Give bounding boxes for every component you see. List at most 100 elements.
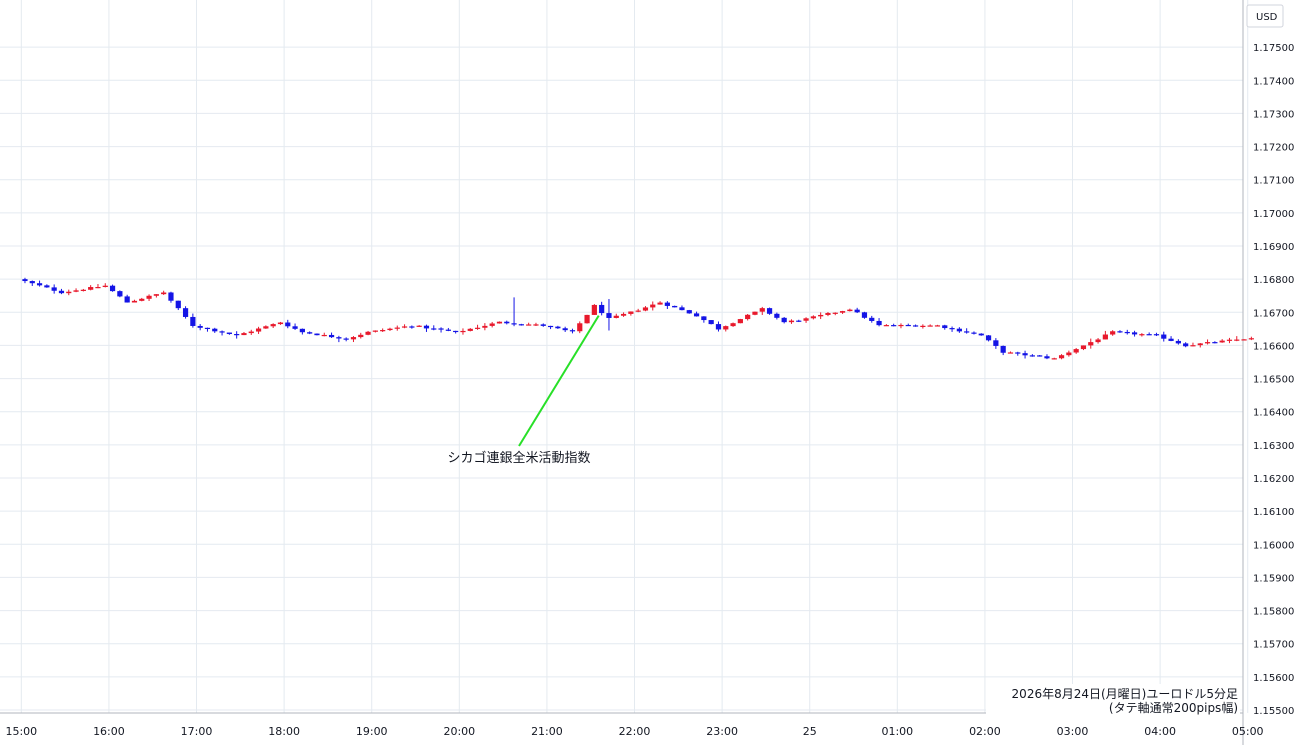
candle [1117,330,1123,333]
candle [526,322,532,326]
candle-body [95,287,101,289]
candle-body [307,332,313,334]
caption-line-1: 2026年8月24日(月曜日)ユーロドル5分足 [1012,687,1238,701]
candle-body [686,310,692,314]
candle [168,291,174,303]
candle-body [730,323,736,327]
candle-body [752,311,758,315]
candle [1168,336,1174,342]
candle-body [1051,358,1057,360]
candle-body [197,325,203,328]
candle-body [869,317,875,321]
candle [891,323,897,327]
candle [380,328,386,332]
candle [161,290,167,295]
candle-body [467,328,473,331]
candle [234,331,240,339]
candle-body [124,296,130,303]
candle [358,332,364,339]
candle-body [803,318,809,321]
candle-body [891,325,897,327]
candle-body [993,340,999,346]
candle-body [387,328,393,331]
candle-body [299,328,305,333]
candle-body [1037,355,1043,357]
candle-body [876,320,882,326]
candle-body [1102,334,1108,340]
candle-body [22,279,28,282]
candle-body [1022,353,1028,356]
candle-body [321,334,327,337]
candle [978,333,984,336]
candle [701,316,707,323]
candle-body [1248,338,1254,340]
candle [321,332,327,337]
candle [730,322,736,327]
candle-body [701,316,707,321]
candle [219,330,225,336]
candle-body [657,302,663,305]
candle-body [263,326,269,329]
candle-body [1066,352,1072,356]
candle [1022,350,1028,359]
candle-body [599,304,605,314]
candle-body [949,328,955,330]
candle [204,327,211,332]
x-tick-label: 22:00 [619,725,651,738]
candle-body [1029,355,1035,357]
candle-body [642,307,649,311]
candle [88,285,94,291]
candle [591,304,597,315]
candle [569,328,576,334]
candle [985,335,992,342]
candle-body [1007,352,1014,354]
candle [949,326,955,332]
candle-body [745,314,751,320]
candle-body [526,324,532,326]
candle [307,331,313,335]
candle-body [796,320,802,322]
candle [1088,338,1094,349]
candle [58,288,65,295]
y-tick-label: 1.17500 [1253,43,1294,54]
candle [328,332,335,338]
candle [1131,330,1138,337]
y-tick-label: 1.15800 [1253,607,1294,618]
candle-body [1088,342,1094,346]
candle [416,325,422,327]
y-tick-label: 1.16900 [1253,242,1294,253]
candle-body [737,319,743,324]
candle [124,294,130,303]
candle [409,325,415,329]
candle [1037,355,1043,357]
candle-body [431,328,437,330]
candle [737,318,743,324]
candle-body [810,316,816,319]
candle [95,284,101,289]
candle [241,331,247,336]
candle [109,284,116,292]
candle-body [1015,352,1021,354]
candle-body [1204,342,1211,344]
candle [153,294,159,298]
candle-body [708,320,714,325]
candle [584,314,590,324]
candle [912,324,919,327]
candle-body [358,334,364,338]
candle [1007,351,1014,354]
candle-body [628,311,634,314]
candle-body [80,289,86,291]
y-tick-label: 1.16000 [1253,540,1294,551]
candle [832,312,838,316]
candle-body [1161,334,1167,339]
candle [496,321,503,324]
x-tick-label: 02:00 [969,725,1001,738]
candle [1146,332,1152,336]
candle-body [978,333,984,336]
candle [365,330,371,336]
x-tick-label: 23:00 [706,725,738,738]
candle-body [460,330,466,333]
candle-body [204,327,211,330]
x-tick-label: 01:00 [881,725,913,738]
candle-body [102,285,108,288]
